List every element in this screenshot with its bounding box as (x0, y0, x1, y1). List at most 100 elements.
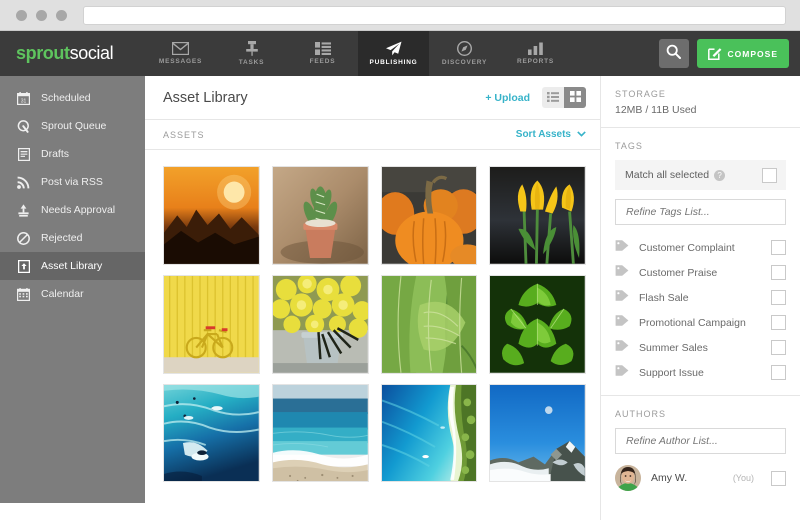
tag-row-support-issue[interactable]: Support Issue (615, 360, 786, 385)
nav-item-tasks[interactable]: TASKS (216, 31, 287, 76)
tag-label-summer-sales: Summer Sales (639, 341, 708, 354)
sidebar-item-sprout-queue[interactable]: Sprout Queue (0, 112, 145, 140)
asset-thumb-bicycle-yellow-wall[interactable] (163, 274, 260, 374)
nav-item-publishing[interactable]: PUBLISHING (358, 31, 429, 76)
asset-thumb-yellow-flowers-vase[interactable] (271, 274, 369, 374)
sidebar-item-calendar[interactable]: Calendar (0, 280, 145, 308)
sidebar-item-post-via-rss[interactable]: Post via RSS (0, 168, 145, 196)
upload-box-icon (16, 259, 31, 273)
authors-label: AUTHORS (615, 409, 667, 419)
sproutsocial-logo[interactable]: sprout social (0, 31, 145, 76)
tag-list: Customer Complaint Customer Praise Flash… (615, 235, 786, 385)
match-all-label: Match all selected (625, 169, 710, 181)
tag-row-flash-sale[interactable]: Flash Sale (615, 285, 786, 310)
authors-filter-input[interactable] (615, 428, 786, 454)
logo-sprout: sprout (16, 43, 70, 63)
match-all-checkbox[interactable] (762, 167, 777, 183)
nav-item-feeds[interactable]: FEEDS (287, 31, 358, 76)
tag-icon (615, 239, 629, 257)
stamp-icon (16, 203, 31, 217)
nav-item-discovery[interactable]: DISCOVERY (429, 31, 500, 76)
main-header-actions: + Upload (485, 87, 586, 108)
app-shell: sprout social MESSAGES TASKS FEEDS PUBLI… (0, 31, 800, 520)
grid-view-button[interactable] (564, 87, 586, 108)
maximize-dot[interactable] (56, 9, 67, 21)
sort-assets-button[interactable]: Sort Assets (516, 129, 586, 140)
sidebar-label-needs-approval: Needs Approval (41, 204, 116, 216)
sprout-queue-icon (16, 119, 31, 133)
asset-thumb-sunset-mountains[interactable] (163, 166, 260, 265)
asset-thumb-potted-cactus[interactable] (271, 166, 369, 265)
window-controls (16, 9, 67, 21)
asset-grid (145, 150, 600, 520)
tag-label-customer-praise: Customer Praise (639, 266, 718, 279)
nav-label-discovery: DISCOVERY (441, 59, 488, 66)
paper-plane-icon (385, 41, 402, 56)
nav-item-reports[interactable]: REPORTS (500, 31, 571, 76)
nav-item-messages[interactable]: MESSAGES (145, 31, 216, 76)
tag-icon (615, 314, 629, 332)
close-dot[interactable] (16, 9, 27, 21)
sidebar-label-sprout-queue: Sprout Queue (41, 120, 107, 132)
compose-label: COMPOSE (727, 48, 778, 59)
upload-button[interactable]: + Upload (485, 92, 530, 104)
tag-checkbox-promotional-campaign[interactable] (771, 315, 786, 330)
tags-filter-input[interactable] (615, 199, 786, 225)
url-input[interactable] (83, 5, 786, 25)
nav-label-reports: REPORTS (516, 58, 555, 65)
author-row-amy-w[interactable]: Amy W. (You) (615, 465, 786, 491)
tag-checkbox-flash-sale[interactable] (771, 290, 786, 305)
document-icon (16, 147, 31, 161)
storage-section: STORAGE 12MB / 11B Used (601, 76, 800, 128)
tag-label-customer-complaint: Customer Complaint (639, 241, 735, 254)
asset-thumb-yellow-tulips[interactable] (489, 166, 586, 265)
top-navigation: sprout social MESSAGES TASKS FEEDS PUBLI… (0, 31, 800, 76)
tag-checkbox-customer-praise[interactable] (771, 265, 786, 280)
asset-thumb-snowy-mountain-peak[interactable] (489, 383, 586, 483)
main-header: Asset Library + Upload (145, 76, 600, 120)
author-name-amy-w: Amy W. (651, 472, 688, 484)
sidebar-item-asset-library[interactable]: Asset Library (0, 252, 145, 280)
match-all-row[interactable]: Match all selected ? (615, 160, 786, 190)
asset-thumb-surfers-ocean[interactable] (163, 383, 260, 483)
nav-label-tasks: TASKS (238, 59, 265, 66)
sidebar-label-asset-library: Asset Library (41, 260, 103, 272)
author-checkbox-amy-w[interactable] (771, 470, 786, 486)
feeds-icon (314, 42, 331, 55)
asset-thumb-green-leaves[interactable] (489, 274, 586, 374)
search-icon (666, 44, 682, 64)
main-content: Asset Library + Upload ASSETS Sort Asset… (145, 76, 600, 520)
asset-thumb-beach-shoreline[interactable] (271, 383, 369, 483)
tag-checkbox-summer-sales[interactable] (771, 340, 786, 355)
assets-label: ASSETS (163, 129, 205, 140)
tag-row-customer-complaint[interactable]: Customer Complaint (615, 235, 786, 260)
tags-section: TAGS Match all selected ? Customer Compl… (601, 128, 800, 396)
compose-button[interactable]: COMPOSE (696, 39, 789, 68)
asset-thumb-green-lettuce-leaves[interactable] (380, 274, 478, 374)
compass-icon (457, 41, 472, 56)
right-panel: STORAGE 12MB / 11B Used TAGS Match all s… (600, 76, 800, 520)
tag-icon (615, 339, 629, 357)
minimize-dot[interactable] (36, 9, 47, 21)
help-icon[interactable]: ? (714, 169, 726, 181)
sidebar-item-rejected[interactable]: Rejected (0, 224, 145, 252)
tag-checkbox-support-issue[interactable] (771, 365, 786, 380)
sidebar-item-needs-approval[interactable]: Needs Approval (0, 196, 145, 224)
asset-thumb-pumpkins[interactable] (380, 166, 478, 265)
tag-row-promotional-campaign[interactable]: Promotional Campaign (615, 310, 786, 335)
svg-text:31: 31 (21, 98, 27, 104)
assets-bar: ASSETS Sort Assets (145, 120, 600, 150)
list-view-button[interactable] (542, 87, 564, 108)
avatar (615, 465, 641, 491)
grid-view-icon (569, 89, 581, 107)
tag-row-summer-sales[interactable]: Summer Sales (615, 335, 786, 360)
view-toggle (542, 87, 586, 108)
browser-window: sprout social MESSAGES TASKS FEEDS PUBLI… (0, 0, 800, 520)
search-button[interactable] (658, 39, 689, 68)
tag-checkbox-customer-complaint[interactable] (771, 240, 786, 255)
sidebar-item-scheduled[interactable]: 31 Scheduled (0, 84, 145, 112)
nav-label-publishing: PUBLISHING (369, 59, 418, 66)
tag-row-customer-praise[interactable]: Customer Praise (615, 260, 786, 285)
sidebar-item-drafts[interactable]: Drafts (0, 140, 145, 168)
asset-thumb-aerial-coastline[interactable] (380, 383, 478, 483)
